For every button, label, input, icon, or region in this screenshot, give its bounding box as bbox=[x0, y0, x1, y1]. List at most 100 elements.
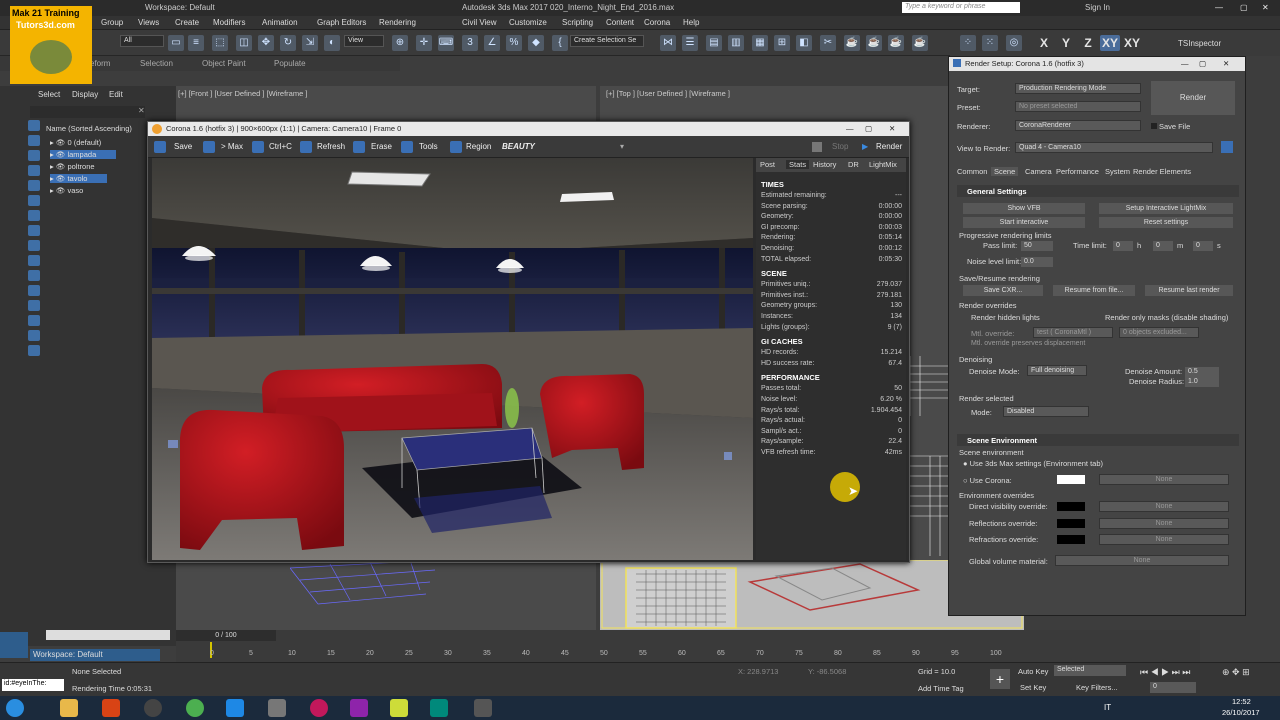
display-cameras-icon[interactable] bbox=[28, 180, 40, 191]
navigation-controls[interactable]: ⊕ ✥ ⊞ bbox=[1222, 667, 1250, 678]
app-icon[interactable] bbox=[350, 699, 368, 717]
noise-limit-input[interactable]: 0.0 bbox=[1021, 257, 1053, 267]
axis-xy-cycle-button[interactable]: XY bbox=[1122, 35, 1142, 51]
show-vfb-button[interactable]: Show VFB bbox=[963, 203, 1085, 214]
refractions-color-swatch[interactable] bbox=[1057, 535, 1085, 544]
display-helpers-icon[interactable] bbox=[28, 195, 40, 206]
time-hours-input[interactable]: 0 bbox=[1113, 241, 1133, 251]
select-object-icon[interactable]: ▭ bbox=[168, 35, 184, 51]
direct-visibility-map-slot[interactable]: None bbox=[1099, 501, 1229, 512]
snaps-icon[interactable]: 3 bbox=[462, 35, 478, 51]
maximize-icon[interactable]: ▢ bbox=[1240, 3, 1248, 12]
region-button[interactable]: Region bbox=[466, 142, 491, 151]
scene-environment-rollout[interactable]: Scene Environment bbox=[957, 434, 1239, 446]
tab-stats[interactable]: Stats bbox=[786, 160, 810, 169]
save-icon[interactable] bbox=[154, 141, 166, 153]
close-icon[interactable]: ✕ bbox=[1262, 3, 1269, 12]
app-icon[interactable] bbox=[268, 699, 286, 717]
file-explorer-icon[interactable] bbox=[60, 699, 78, 717]
display-spacewarps-icon[interactable] bbox=[28, 210, 40, 221]
layer-explorer-icon[interactable]: ▤ bbox=[706, 35, 722, 51]
maxscript-listener[interactable]: id:#eyeInThe: bbox=[2, 679, 64, 691]
menu-item[interactable]: Graph Editors bbox=[317, 18, 366, 27]
menu-item[interactable]: Scripting bbox=[562, 18, 593, 27]
display-shapes-icon[interactable] bbox=[28, 150, 40, 161]
align-icon[interactable]: ☰ bbox=[682, 35, 698, 51]
copy-button[interactable]: Ctrl+C bbox=[269, 142, 292, 151]
display-lights-icon[interactable] bbox=[28, 165, 40, 176]
maximize-icon[interactable]: ▢ bbox=[1199, 59, 1206, 68]
menu-item[interactable]: Content bbox=[606, 18, 634, 27]
denoise-amount-input[interactable]: 0.5 bbox=[1185, 367, 1219, 377]
menu-item[interactable]: Create bbox=[175, 18, 199, 27]
list-item[interactable]: ▸ 👁 poltrone bbox=[50, 162, 95, 171]
chevron-down-icon[interactable]: ▾ bbox=[620, 142, 624, 151]
list-item[interactable]: ▸ 👁 vaso bbox=[50, 186, 83, 195]
display-all-icon[interactable] bbox=[28, 315, 40, 326]
maximize-icon[interactable]: ▢ bbox=[865, 124, 872, 133]
refractions-override-checkbox[interactable]: Refractions override: bbox=[969, 535, 1038, 544]
window-crossing-icon[interactable]: ◫ bbox=[236, 35, 252, 51]
3dsmax-icon[interactable] bbox=[430, 699, 448, 717]
start-interactive-button[interactable]: Start interactive bbox=[963, 217, 1085, 228]
display-frozen-icon[interactable] bbox=[28, 285, 40, 296]
rendered-frame-icon[interactable]: ☕ bbox=[844, 35, 860, 51]
tab-performance[interactable]: Performance bbox=[1056, 167, 1099, 176]
region-icon[interactable] bbox=[450, 141, 462, 153]
use-corona-radio[interactable]: ○ Use Corona: bbox=[963, 476, 1012, 485]
menu-item[interactable]: Animation bbox=[262, 18, 298, 27]
close-icon[interactable]: ✕ bbox=[138, 106, 145, 115]
notepad-icon[interactable] bbox=[390, 699, 408, 717]
axis-z-button[interactable]: Z bbox=[1080, 35, 1096, 51]
ribbon-tab-populate[interactable]: Populate bbox=[274, 59, 306, 68]
set-key-button[interactable]: Set Key bbox=[1020, 683, 1046, 692]
display-bones-icon[interactable] bbox=[28, 255, 40, 266]
display-none-icon[interactable] bbox=[28, 120, 40, 131]
playback-controls[interactable]: ⏮ ◀ ▶ ⏭ ⏭ bbox=[1140, 667, 1190, 678]
tab-display[interactable]: Display bbox=[72, 90, 98, 99]
tab-scene[interactable]: Scene bbox=[991, 167, 1019, 176]
objects-excluded-button[interactable]: 0 objects excluded... bbox=[1119, 327, 1199, 338]
denoise-radius-input[interactable]: 1.0 bbox=[1185, 377, 1219, 387]
render-selected-mode-dropdown[interactable]: Disabled bbox=[1003, 406, 1089, 417]
place-icon[interactable]: ◐ bbox=[324, 35, 340, 51]
media-player-icon[interactable] bbox=[102, 699, 120, 717]
selection-filter-dropdown[interactable]: All bbox=[120, 35, 164, 47]
material-editor-icon[interactable]: ◧ bbox=[796, 35, 812, 51]
tab-render-elements[interactable]: Render Elements bbox=[1133, 167, 1191, 176]
sign-in-link[interactable]: Sign In bbox=[1085, 3, 1110, 12]
display-hidden-icon[interactable] bbox=[28, 300, 40, 311]
menu-item[interactable]: Civil View bbox=[462, 18, 497, 27]
menu-item[interactable]: Views bbox=[138, 18, 159, 27]
corona-env-map-slot[interactable]: None bbox=[1099, 474, 1229, 485]
close-icon[interactable]: ✕ bbox=[1223, 59, 1229, 68]
display-xrefs-icon[interactable] bbox=[28, 240, 40, 251]
direct-visibility-color-swatch[interactable] bbox=[1057, 502, 1085, 511]
add-time-tag[interactable]: Add Time Tag bbox=[918, 684, 964, 693]
add-key-icon[interactable]: + bbox=[990, 669, 1010, 689]
direct-visibility-checkbox[interactable]: Direct visibility override: bbox=[969, 502, 1048, 511]
start-icon[interactable] bbox=[6, 699, 24, 717]
edit-named-sel-icon[interactable]: { bbox=[552, 35, 568, 51]
select-manipulate-icon[interactable]: ✛ bbox=[416, 35, 432, 51]
rect-region-icon[interactable]: ⬚ bbox=[212, 35, 228, 51]
language-indicator[interactable]: IT bbox=[1104, 703, 1111, 712]
move-icon[interactable]: ✥ bbox=[258, 35, 274, 51]
axis-y-button[interactable]: Y bbox=[1058, 35, 1074, 51]
explorer-scrollbar[interactable] bbox=[46, 630, 170, 640]
y-coordinate[interactable]: Y: -86.5068 bbox=[808, 667, 846, 676]
reference-coord-dropdown[interactable]: View bbox=[344, 35, 384, 47]
global-volume-map-slot[interactable]: None bbox=[1055, 555, 1229, 566]
menu-item[interactable]: Rendering bbox=[379, 18, 416, 27]
stop-icon[interactable] bbox=[812, 142, 822, 152]
only-masks-checkbox[interactable]: Render only masks (disable shading) bbox=[1105, 313, 1228, 322]
preset-dropdown[interactable]: No preset selected bbox=[1015, 101, 1141, 112]
resume-last-render-button[interactable]: Resume last render bbox=[1145, 285, 1233, 296]
search-input[interactable]: Type a keyword or phrase bbox=[902, 2, 1020, 13]
explorer-column-header[interactable]: Name (Sorted Ascending) bbox=[46, 124, 132, 133]
viewport-label[interactable]: [+] [Top ] [User Defined ] [Wireframe ] bbox=[606, 89, 730, 98]
render-button[interactable]: Render bbox=[876, 142, 902, 151]
auto-key-button[interactable]: Auto Key bbox=[1018, 667, 1048, 676]
render-iterative-icon[interactable]: ☕ bbox=[888, 35, 904, 51]
general-settings-rollout[interactable]: General Settings bbox=[957, 185, 1239, 197]
